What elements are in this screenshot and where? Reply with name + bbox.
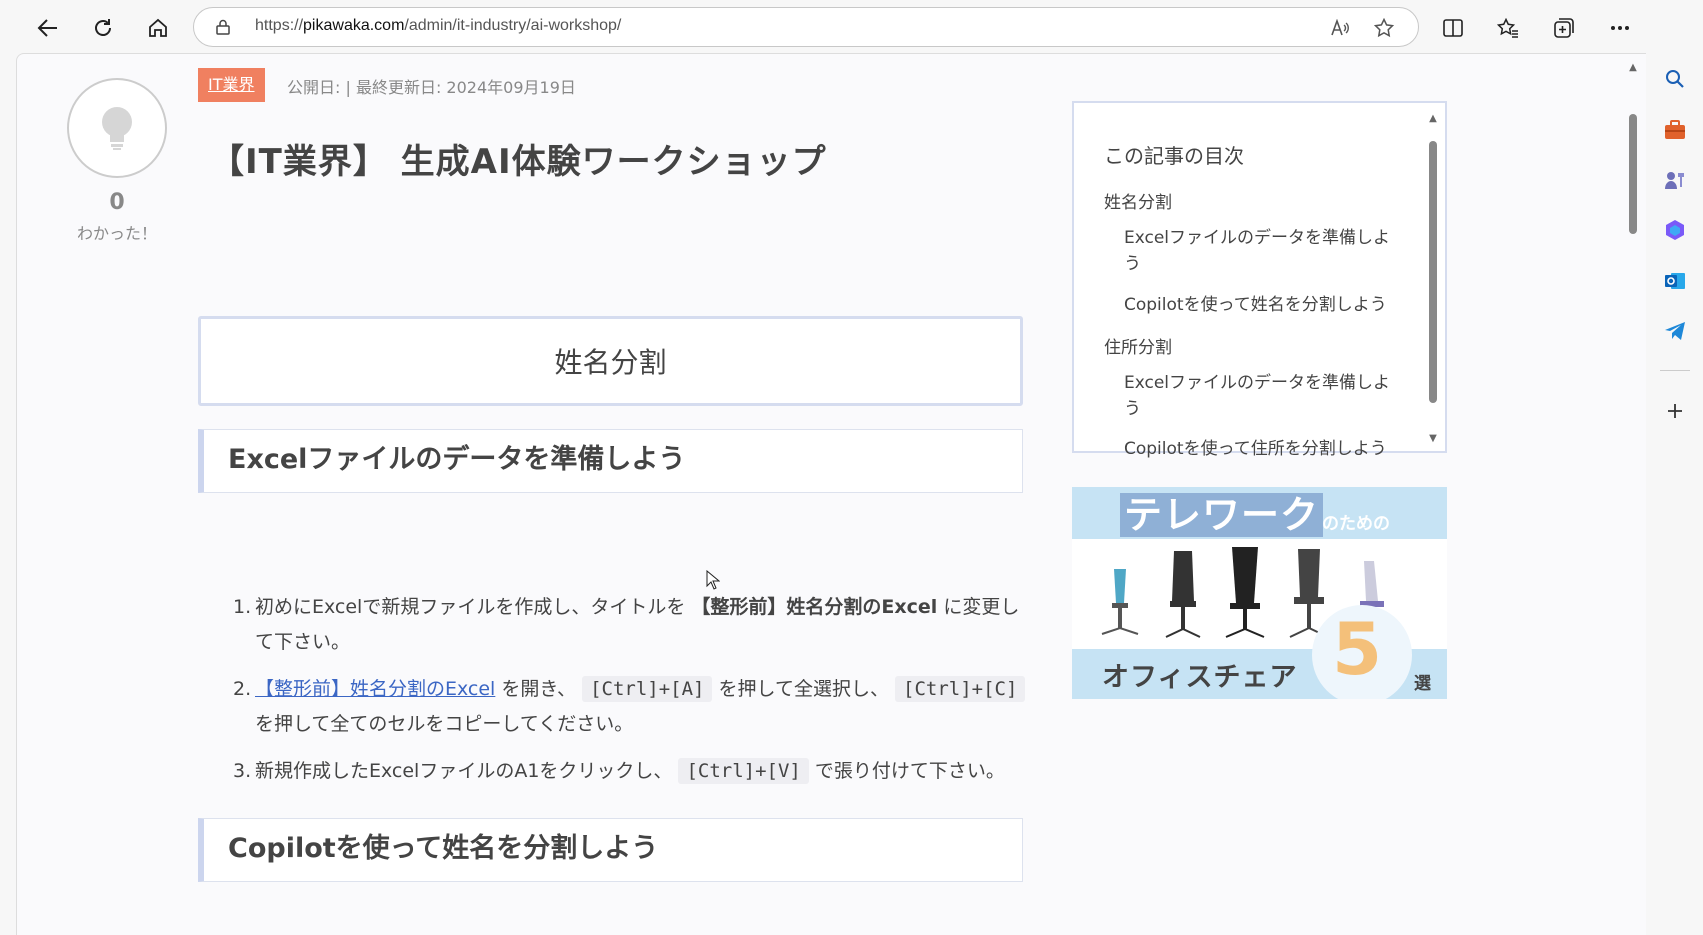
table-of-contents: この記事の目次 姓名分割 Excelファイルのデータを準備しよう Copilot… <box>1072 101 1447 459</box>
toc-item[interactable]: Excelファイルのデータを準備しよう <box>1124 225 1404 277</box>
ad-subtext: のための <box>1322 514 1390 534</box>
toc-scroll-down-icon[interactable]: ▼ <box>1427 433 1439 444</box>
toc-scrollbar[interactable]: ▲ ▼ <box>1427 113 1439 444</box>
tools-icon[interactable] <box>1662 117 1688 143</box>
lock-icon[interactable] <box>216 19 230 35</box>
list-item: 3. 新規作成したExcelファイルのA1をクリックし、 [Ctrl]+[V] … <box>233 754 1033 789</box>
toc-item[interactable]: Copilotを使って姓名を分割しよう <box>1124 292 1387 318</box>
scroll-up-arrow-icon[interactable]: ▲ <box>1628 62 1638 73</box>
browser-toolbar: https://pikawaka.com/admin/it-industry/a… <box>0 0 1703 54</box>
ad-office-chair-text: オフィスチェア <box>1102 662 1298 693</box>
more-icon[interactable] <box>1602 10 1638 46</box>
article-dates: 公開日: | 最終更新日: 2024年09月19日 <box>287 78 576 97</box>
list-item: 2. 【整形前】姓名分割のExcel を開き、 [Ctrl]+[A] を押して全… <box>233 672 1033 742</box>
shortcut-key: [Ctrl]+[V] <box>678 758 809 784</box>
page-viewport: ▲ 0 わかった！ IT業界 公開日: | 最終更新日: 2024年09月19日… <box>16 53 1646 935</box>
step-text: を開き、 <box>495 678 583 700</box>
like-label: わかった！ <box>76 224 157 243</box>
lightbulb-icon <box>102 107 132 150</box>
url-scheme: https:// <box>255 17 304 34</box>
collections-icon[interactable] <box>1546 10 1582 46</box>
category-badge[interactable]: IT業界 <box>198 68 265 102</box>
toc-item[interactable]: 住所分割 <box>1104 335 1172 361</box>
section-heading: 姓名分割 <box>198 316 1023 406</box>
address-bar[interactable]: https://pikawaka.com/admin/it-industry/a… <box>193 7 1419 47</box>
step-number: 2. <box>233 678 252 700</box>
step-text: を押して全選択し、 <box>712 678 895 700</box>
ad-banner[interactable]: テレワーク のための オフィスチェア 5 選 <box>1072 487 1447 699</box>
url-path: /admin/it-industry/ai-workshop/ <box>404 17 622 34</box>
refresh-icon[interactable] <box>85 10 121 46</box>
excel-file-link[interactable]: 【整形前】姓名分割のExcel <box>255 678 495 700</box>
add-icon[interactable] <box>1662 398 1688 424</box>
step-text: 新規作成したExcelファイルのA1をクリックし、 <box>255 760 679 782</box>
url-text[interactable]: https://pikawaka.com/admin/it-industry/a… <box>255 17 621 35</box>
office-icon[interactable] <box>1662 217 1688 243</box>
split-screen-icon[interactable] <box>1435 10 1471 46</box>
subheading-copilot-split: Copilotを使って姓名を分割しよう <box>198 818 1023 882</box>
steps-list: 1. 初めにExcelで新規ファイルを作成し、タイトルを 【整形前】姓名分割のE… <box>233 590 1033 801</box>
browser-sidebar <box>1646 0 1703 935</box>
toc-title: この記事の目次 <box>1104 144 1244 168</box>
page-scrollbar-thumb[interactable] <box>1629 114 1637 234</box>
toc-item[interactable]: 姓名分割 <box>1104 190 1172 216</box>
shortcut-key: [Ctrl]+[C] <box>895 676 1026 702</box>
page-scrollbar[interactable]: ▲ <box>1628 62 1638 932</box>
step-bold-text: 【整形前】姓名分割のExcel <box>691 596 938 618</box>
search-icon[interactable] <box>1662 66 1688 92</box>
telegram-icon[interactable] <box>1662 318 1688 344</box>
ad-sen-text: 選 <box>1414 674 1431 694</box>
toc-item[interactable]: Copilotを使って住所を分割しよう <box>1124 436 1387 462</box>
subheading-prepare-excel: Excelファイルのデータを準備しよう <box>198 429 1023 493</box>
favorites-icon[interactable] <box>1490 10 1526 46</box>
step-text: 初めにExcelで新規ファイルを作成し、タイトルを <box>255 596 692 618</box>
sidebar-divider <box>1660 370 1690 371</box>
mouse-cursor-icon <box>706 570 720 590</box>
toc-scrollbar-thumb[interactable] <box>1429 141 1437 403</box>
ad-headline: テレワーク <box>1120 493 1324 537</box>
favorite-star-icon[interactable] <box>1372 16 1396 40</box>
back-icon[interactable] <box>30 10 66 46</box>
url-host: pikawaka.com <box>303 17 405 34</box>
list-item: 1. 初めにExcelで新規ファイルを作成し、タイトルを 【整形前】姓名分割のE… <box>233 590 1033 660</box>
page-title: 【IT業界】 生成AI体験ワークショップ <box>210 142 827 182</box>
ad-number: 5 <box>1332 607 1383 691</box>
shortcut-key: [Ctrl]+[A] <box>582 676 713 702</box>
step-text: で張り付けて下さい。 <box>808 760 1005 782</box>
like-count: 0 <box>109 190 125 215</box>
outlook-icon[interactable] <box>1662 268 1688 294</box>
read-aloud-icon[interactable] <box>1328 16 1352 40</box>
toc-item[interactable]: Excelファイルのデータを準備しよう <box>1124 370 1404 422</box>
step-number: 1. <box>233 596 252 618</box>
step-number: 3. <box>233 760 252 782</box>
understood-button[interactable] <box>67 78 167 178</box>
games-icon[interactable] <box>1662 167 1688 193</box>
step-text: を押して全てのセルをコピーしてください。 <box>255 713 634 735</box>
home-icon[interactable] <box>140 10 176 46</box>
toc-scroll-up-icon[interactable]: ▲ <box>1427 113 1439 124</box>
